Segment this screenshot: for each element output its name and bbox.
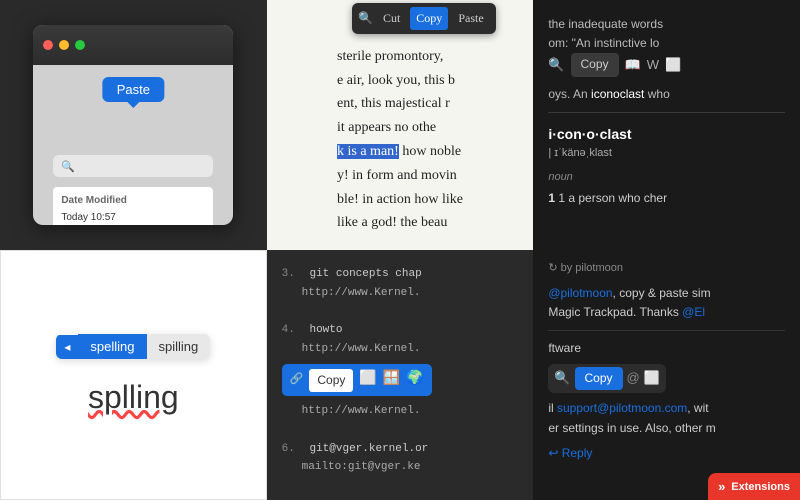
finder-window: Paste 🔍 Date Modified Today 10:57 1 Apri… xyxy=(33,25,233,225)
finder-row-1: Today 10:57 xyxy=(61,210,205,225)
at-icon[interactable]: @ xyxy=(627,368,640,389)
maximize-dot[interactable] xyxy=(75,40,85,50)
close-dot[interactable] xyxy=(43,40,53,50)
twitter-copy-toolbar: 🔍 Copy @ ⬜ xyxy=(548,364,666,393)
dictionary-type: noun xyxy=(548,169,785,187)
copy-button[interactable]: Copy xyxy=(410,7,448,30)
spelling-menu: ◂ spelling spilling xyxy=(56,334,210,359)
paste-tooltip[interactable]: Paste xyxy=(103,77,164,102)
spelling-prev-arrow[interactable]: ◂ xyxy=(56,335,78,359)
reply-button[interactable]: ↩ Reply xyxy=(548,444,785,463)
terminal-copy-button[interactable]: Copy xyxy=(309,369,353,391)
text-selection-toolbar: 🔍 Cut Copy Paste xyxy=(352,3,496,34)
cell-finder: Paste 🔍 Date Modified Today 10:57 1 Apri… xyxy=(0,0,267,250)
twitter-retweet-header: ↻ by pilotmoon xyxy=(548,260,785,278)
selected-text: k is a man! xyxy=(337,144,399,159)
dict-toolbar: 🔍 Copy 📖 W ⬜ xyxy=(548,53,785,76)
finder-search-bar[interactable]: 🔍 xyxy=(53,155,213,177)
cell-spelling: ◂ spelling spilling splling xyxy=(0,250,267,500)
search-icon: 🔍 xyxy=(61,160,75,173)
cut-button[interactable]: Cut xyxy=(377,7,406,30)
terminal-line-4: 4. howto http://www.Kernel. xyxy=(282,321,519,358)
spelling-active-option[interactable]: spelling xyxy=(78,334,146,359)
settings-line: er settings in use. Also, other m xyxy=(548,419,785,438)
cell-text: 🔍 Cut Copy Paste sterile promontory, e a… xyxy=(267,0,534,250)
dict-copy-button[interactable]: Copy xyxy=(571,53,619,76)
search-icon-twitter[interactable]: 🔍 xyxy=(554,368,570,389)
extensions-label: Extensions xyxy=(731,481,790,493)
paste-label: Paste xyxy=(117,82,150,97)
options-icon[interactable]: ⬜ xyxy=(665,55,681,76)
email-line: il support@pilotmoon.com, wit xyxy=(548,399,785,418)
terminal-line-3: 3. git concepts chap http://www.Kernel. xyxy=(282,265,519,302)
link-icon[interactable]: 🔗 xyxy=(290,371,304,390)
cell-terminal: 3. git concepts chap http://www.Kernel. … xyxy=(267,250,534,500)
window-icon[interactable]: 🪟 xyxy=(383,368,400,392)
book-icon[interactable]: 📖 xyxy=(625,55,641,76)
software-label: ftware xyxy=(548,339,785,358)
paste-button[interactable]: Paste xyxy=(452,7,489,30)
search-icon[interactable]: 🔍 xyxy=(358,9,373,28)
terminal-line-6: 6. git@vger.kernel.or mailto:git@vger.ke xyxy=(282,440,519,477)
tab-icon[interactable]: ⬜ xyxy=(359,368,376,392)
twitter-copy-button[interactable]: Copy xyxy=(575,367,623,390)
search-icon[interactable]: 🔍 xyxy=(548,55,564,76)
dictionary-phonetic: | ɪˈkänəˌklast xyxy=(548,145,785,163)
spelling-container: ◂ spelling spilling splling xyxy=(56,334,210,416)
dictionary-content: the inadequate words om: "An instinctive… xyxy=(533,0,800,250)
terminal-output: 3. git concepts chap http://www.Kernel. … xyxy=(267,250,534,500)
email-address[interactable]: support@pilotmoon.com xyxy=(557,401,687,415)
globe-icon[interactable]: 🌍 xyxy=(406,368,423,392)
dictionary-definition: 1 1 a person who cher xyxy=(548,190,785,207)
finder-titlebar xyxy=(33,25,233,65)
spelling-suggestion[interactable]: spilling xyxy=(147,334,211,359)
misspelled-word: splling xyxy=(88,379,179,416)
twitter-text-2: Magic Trackpad. Thanks @El xyxy=(548,303,785,322)
text-area: 🔍 Cut Copy Paste sterile promontory, e a… xyxy=(322,0,478,250)
chevron-double-icon: » xyxy=(718,479,725,494)
cell-dictionary: the inadequate words om: "An instinctive… xyxy=(533,0,800,250)
extensions-badge[interactable]: » Extensions xyxy=(708,473,800,500)
cell-twitter: ↻ by pilotmoon @pilotmoon, copy & paste … xyxy=(533,250,800,500)
cursor-icon: W xyxy=(647,55,659,76)
finder-content: Date Modified Today 10:57 1 April 2014 1… xyxy=(53,187,213,225)
calendar-icon[interactable]: ⬜ xyxy=(644,368,660,389)
dictionary-word: i·con·o·clast xyxy=(548,123,785,145)
minimize-dot[interactable] xyxy=(59,40,69,50)
terminal-url-line: http://www.Kernel. xyxy=(302,402,519,421)
twitter-text-1: @pilotmoon, copy & paste sim xyxy=(548,284,785,303)
terminal-copy-toolbar: 🔗 Copy ⬜ 🪟 🌍 xyxy=(282,364,432,396)
twitter-area: ↻ by pilotmoon @pilotmoon, copy & paste … xyxy=(533,250,800,500)
date-modified-label: Date Modified xyxy=(61,195,205,206)
